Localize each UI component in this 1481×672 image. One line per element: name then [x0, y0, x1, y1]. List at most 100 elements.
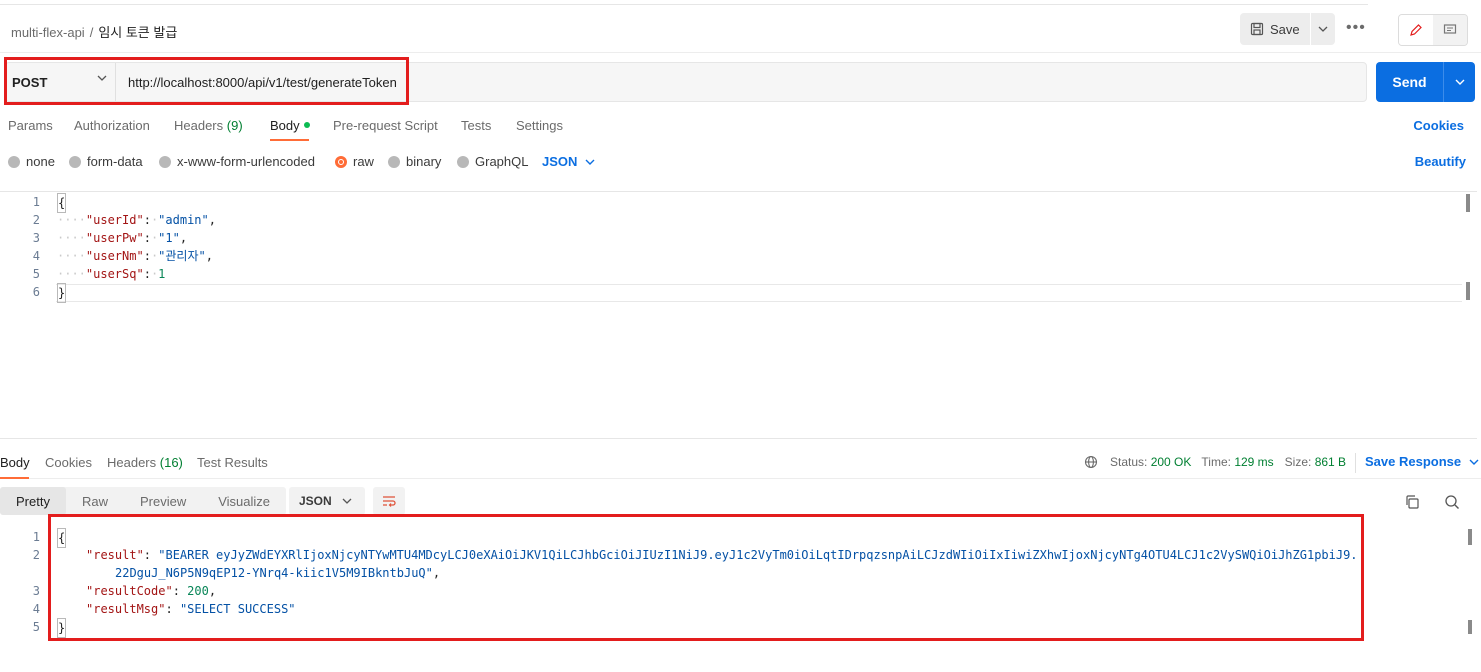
- chevron-down-icon: [585, 159, 595, 165]
- active-tab-underline: [0, 477, 29, 479]
- radio-graphql-label: GraphQL: [475, 154, 529, 169]
- save-button[interactable]: Save: [1240, 13, 1311, 45]
- save-options-button[interactable]: [1311, 13, 1335, 45]
- json-key: "userNm": [85, 249, 144, 263]
- tab-tests[interactable]: Tests: [461, 118, 491, 133]
- view-pretty[interactable]: Pretty: [0, 487, 66, 515]
- body-language-value: JSON: [542, 154, 578, 169]
- comments-mode-button[interactable]: [1433, 15, 1467, 45]
- response-tab-headers-label: Headers: [107, 455, 157, 470]
- radio-form-data-label: form-data: [87, 154, 143, 169]
- request-name[interactable]: 임시 토큰 발급: [98, 25, 177, 40]
- size-label: Size:: [1284, 455, 1312, 469]
- send-options-button[interactable]: [1444, 62, 1475, 102]
- status-label: Status:: [1110, 455, 1148, 469]
- save-response-label: Save Response: [1365, 454, 1462, 469]
- response-language-select[interactable]: JSON: [289, 487, 365, 515]
- status-value[interactable]: 200 OK: [1151, 455, 1192, 469]
- search-icon[interactable]: [1444, 494, 1460, 510]
- request-body-editor[interactable]: 1 2 3 4 5 6 { ····"userId":·"admin", ···…: [0, 191, 1477, 439]
- response-meta: Status: 200 OK Time: 129 ms Size: 861 B: [1084, 455, 1346, 469]
- beautify-link[interactable]: Beautify: [1415, 154, 1466, 169]
- line-number: 3: [32, 584, 40, 598]
- breadcrumb-collection[interactable]: multi-flex-api: [11, 25, 85, 40]
- json-value: "admin": [158, 213, 209, 227]
- tab-headers-count: (9): [226, 118, 243, 133]
- line-number: 4: [32, 602, 40, 616]
- radio-raw[interactable]: raw: [335, 154, 374, 169]
- tab-pre-request-script[interactable]: Pre-request Script: [333, 118, 438, 133]
- line-number: 5: [32, 620, 40, 634]
- size-value[interactable]: 861 B: [1315, 455, 1346, 469]
- radio-raw-label: raw: [353, 154, 374, 169]
- body-language-select[interactable]: JSON: [542, 154, 595, 169]
- radio-form-data[interactable]: form-data: [69, 154, 143, 169]
- radio-indicator: [159, 155, 171, 168]
- radio-none[interactable]: none: [8, 154, 55, 169]
- radio-graphql[interactable]: GraphQL: [457, 154, 528, 169]
- tab-body-label: Body: [270, 118, 300, 133]
- open-brace: {: [57, 193, 67, 213]
- code-line: {: [57, 193, 67, 213]
- save-label: Save: [1270, 21, 1300, 37]
- radio-urlencoded[interactable]: x-www-form-urlencoded: [159, 154, 315, 169]
- response-tab-headers-count: (16): [159, 455, 183, 470]
- line-number: 1: [32, 195, 40, 209]
- time-value[interactable]: 129 ms: [1234, 455, 1273, 469]
- json-key: "userSq": [85, 267, 144, 281]
- tab-settings[interactable]: Settings: [516, 118, 563, 133]
- breadcrumb: multi-flex-api / 임시 토큰 발급: [11, 22, 177, 41]
- chevron-down-icon: [1318, 26, 1328, 32]
- line-number: 5: [32, 267, 40, 281]
- highlight-box-request-line: [4, 57, 409, 105]
- edit-mode-button[interactable]: [1399, 15, 1433, 45]
- comma: ,: [208, 213, 216, 227]
- json-key: "userId": [85, 213, 144, 227]
- colon: :: [143, 249, 151, 263]
- comment-icon: [1443, 24, 1457, 34]
- code-line: ····"userNm":·"관리자",: [57, 247, 213, 265]
- response-tab-headers[interactable]: Headers (16): [107, 455, 183, 470]
- code-line: ····"userSq":·1: [57, 265, 165, 283]
- response-format-bar: Pretty Raw Preview Visualize JSON: [0, 487, 405, 515]
- globe-icon[interactable]: [1084, 455, 1098, 469]
- code-line: ····"userPw":·"1",: [57, 229, 187, 247]
- colon: :: [143, 231, 151, 245]
- tab-params[interactable]: Params: [8, 118, 53, 133]
- line-number: 3: [32, 231, 40, 245]
- response-scrollbar[interactable]: [1468, 529, 1472, 545]
- line-number: 4: [32, 249, 40, 263]
- view-preview[interactable]: Preview: [124, 487, 202, 515]
- more-actions-button[interactable]: •••: [1346, 19, 1366, 37]
- tab-authorization[interactable]: Authorization: [74, 118, 150, 133]
- save-response-button[interactable]: Save Response: [1365, 454, 1479, 469]
- response-tab-cookies[interactable]: Cookies: [45, 455, 92, 470]
- active-line-highlight: [56, 284, 1462, 302]
- breadcrumb-separator: /: [89, 25, 94, 40]
- copy-icon[interactable]: [1404, 494, 1420, 510]
- editor-scrollbar[interactable]: [1466, 194, 1470, 212]
- save-button-group: Save: [1240, 13, 1335, 45]
- request-tabs: Params Authorization Headers (9) Body Pr…: [0, 118, 1481, 144]
- tab-headers[interactable]: Headers (9): [174, 118, 243, 133]
- view-visualize[interactable]: Visualize: [202, 487, 286, 515]
- line-number: 1: [32, 530, 40, 544]
- response-scrollbar-marker: [1468, 620, 1472, 634]
- radio-binary[interactable]: binary: [388, 154, 441, 169]
- tab-body[interactable]: Body: [270, 118, 310, 133]
- chevron-down-icon: [342, 498, 352, 504]
- wrap-lines-button[interactable]: [373, 487, 405, 515]
- wrap-lines-icon: [383, 496, 396, 507]
- view-raw[interactable]: Raw: [66, 487, 124, 515]
- response-tab-test-results[interactable]: Test Results: [197, 455, 268, 470]
- code-line: ····"userId":·"admin",: [57, 211, 216, 229]
- radio-indicator: [8, 155, 20, 168]
- response-view-tabs: Pretty Raw Preview Visualize: [0, 487, 287, 515]
- cookies-link[interactable]: Cookies: [1413, 118, 1464, 133]
- send-button[interactable]: Send: [1376, 62, 1444, 102]
- radio-indicator: [388, 155, 400, 168]
- view-mode-toggle: [1398, 14, 1468, 46]
- response-tab-body[interactable]: Body: [0, 455, 30, 470]
- divider: [1355, 453, 1356, 473]
- send-button-group: Send: [1376, 62, 1475, 102]
